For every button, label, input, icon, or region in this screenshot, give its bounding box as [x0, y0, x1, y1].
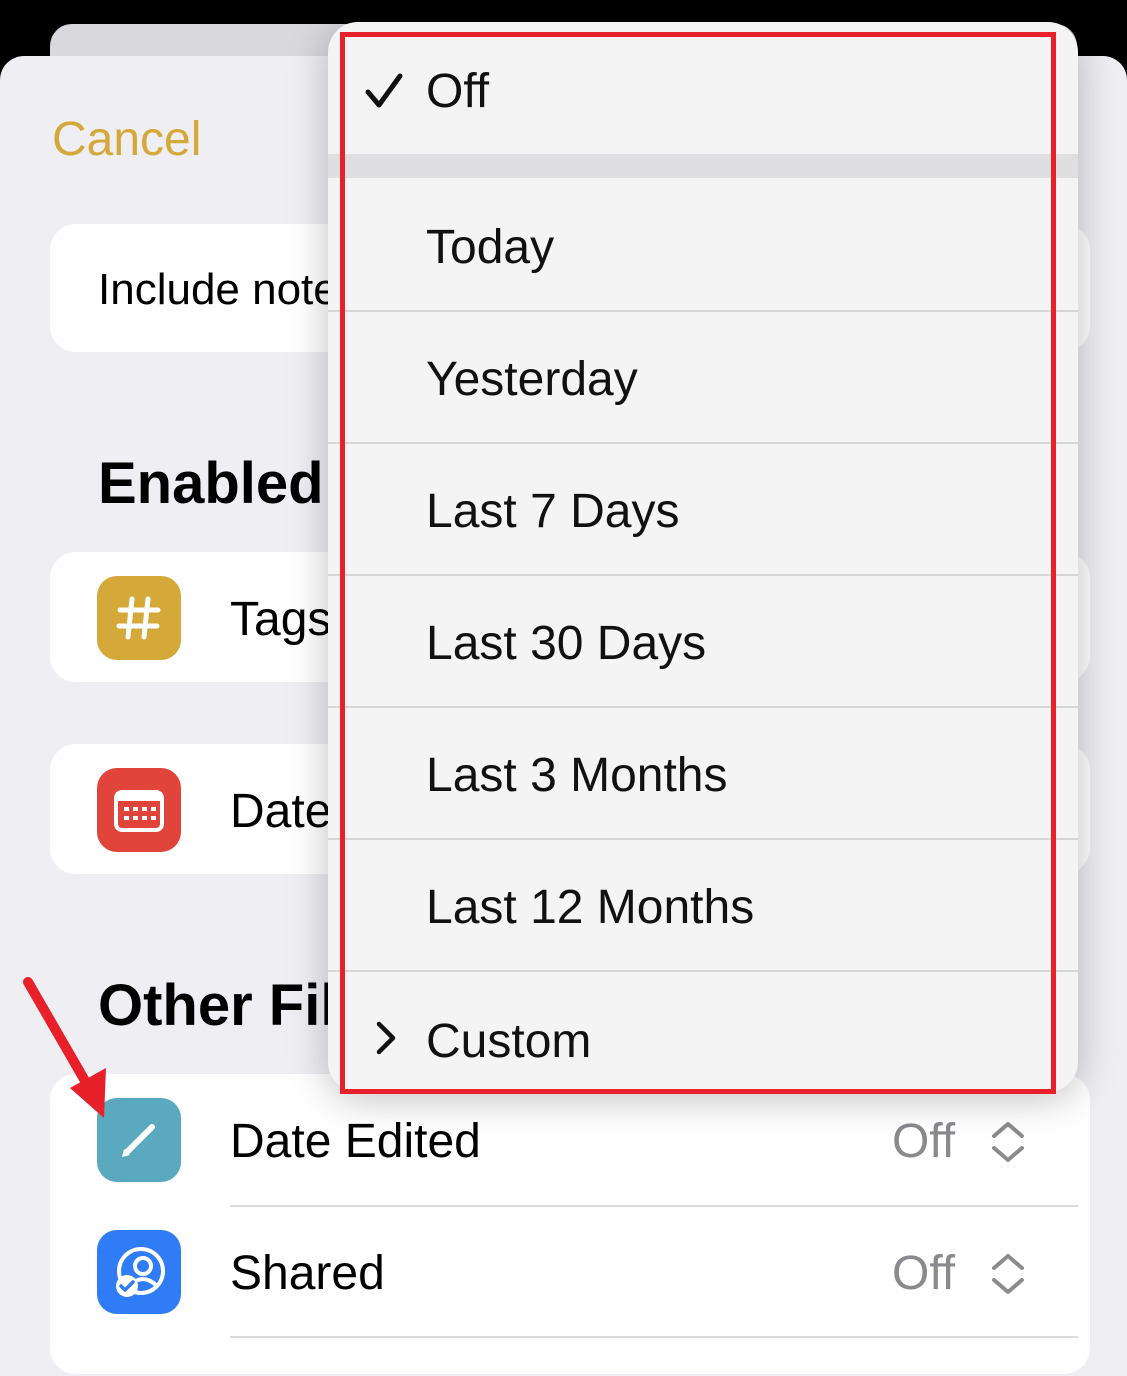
- include-notes-label: Include note: [98, 265, 338, 314]
- shared-person-icon: [97, 1230, 181, 1314]
- shared-label: Shared: [230, 1247, 385, 1300]
- tags-filter-label: Tags: [230, 593, 332, 646]
- up-down-chevron-icon: [988, 1120, 1028, 1169]
- enabled-section-title: Enabled: [98, 451, 324, 516]
- hashtag-icon: [97, 576, 181, 660]
- calendar-icon: [97, 768, 181, 852]
- other-filters-section-title: Other Fil: [98, 973, 337, 1038]
- date-edited-value[interactable]: Off: [892, 1114, 955, 1169]
- row-divider: [230, 1336, 1078, 1338]
- shared-value[interactable]: Off: [892, 1246, 955, 1301]
- date-edited-label: Date Edited: [230, 1115, 481, 1168]
- red-arrow-icon: [23, 977, 106, 1118]
- up-down-chevron-icon: [988, 1252, 1028, 1301]
- date-filter-label: Date: [230, 785, 332, 838]
- cancel-button[interactable]: Cancel: [52, 112, 201, 167]
- highlight-box: [340, 32, 1056, 1094]
